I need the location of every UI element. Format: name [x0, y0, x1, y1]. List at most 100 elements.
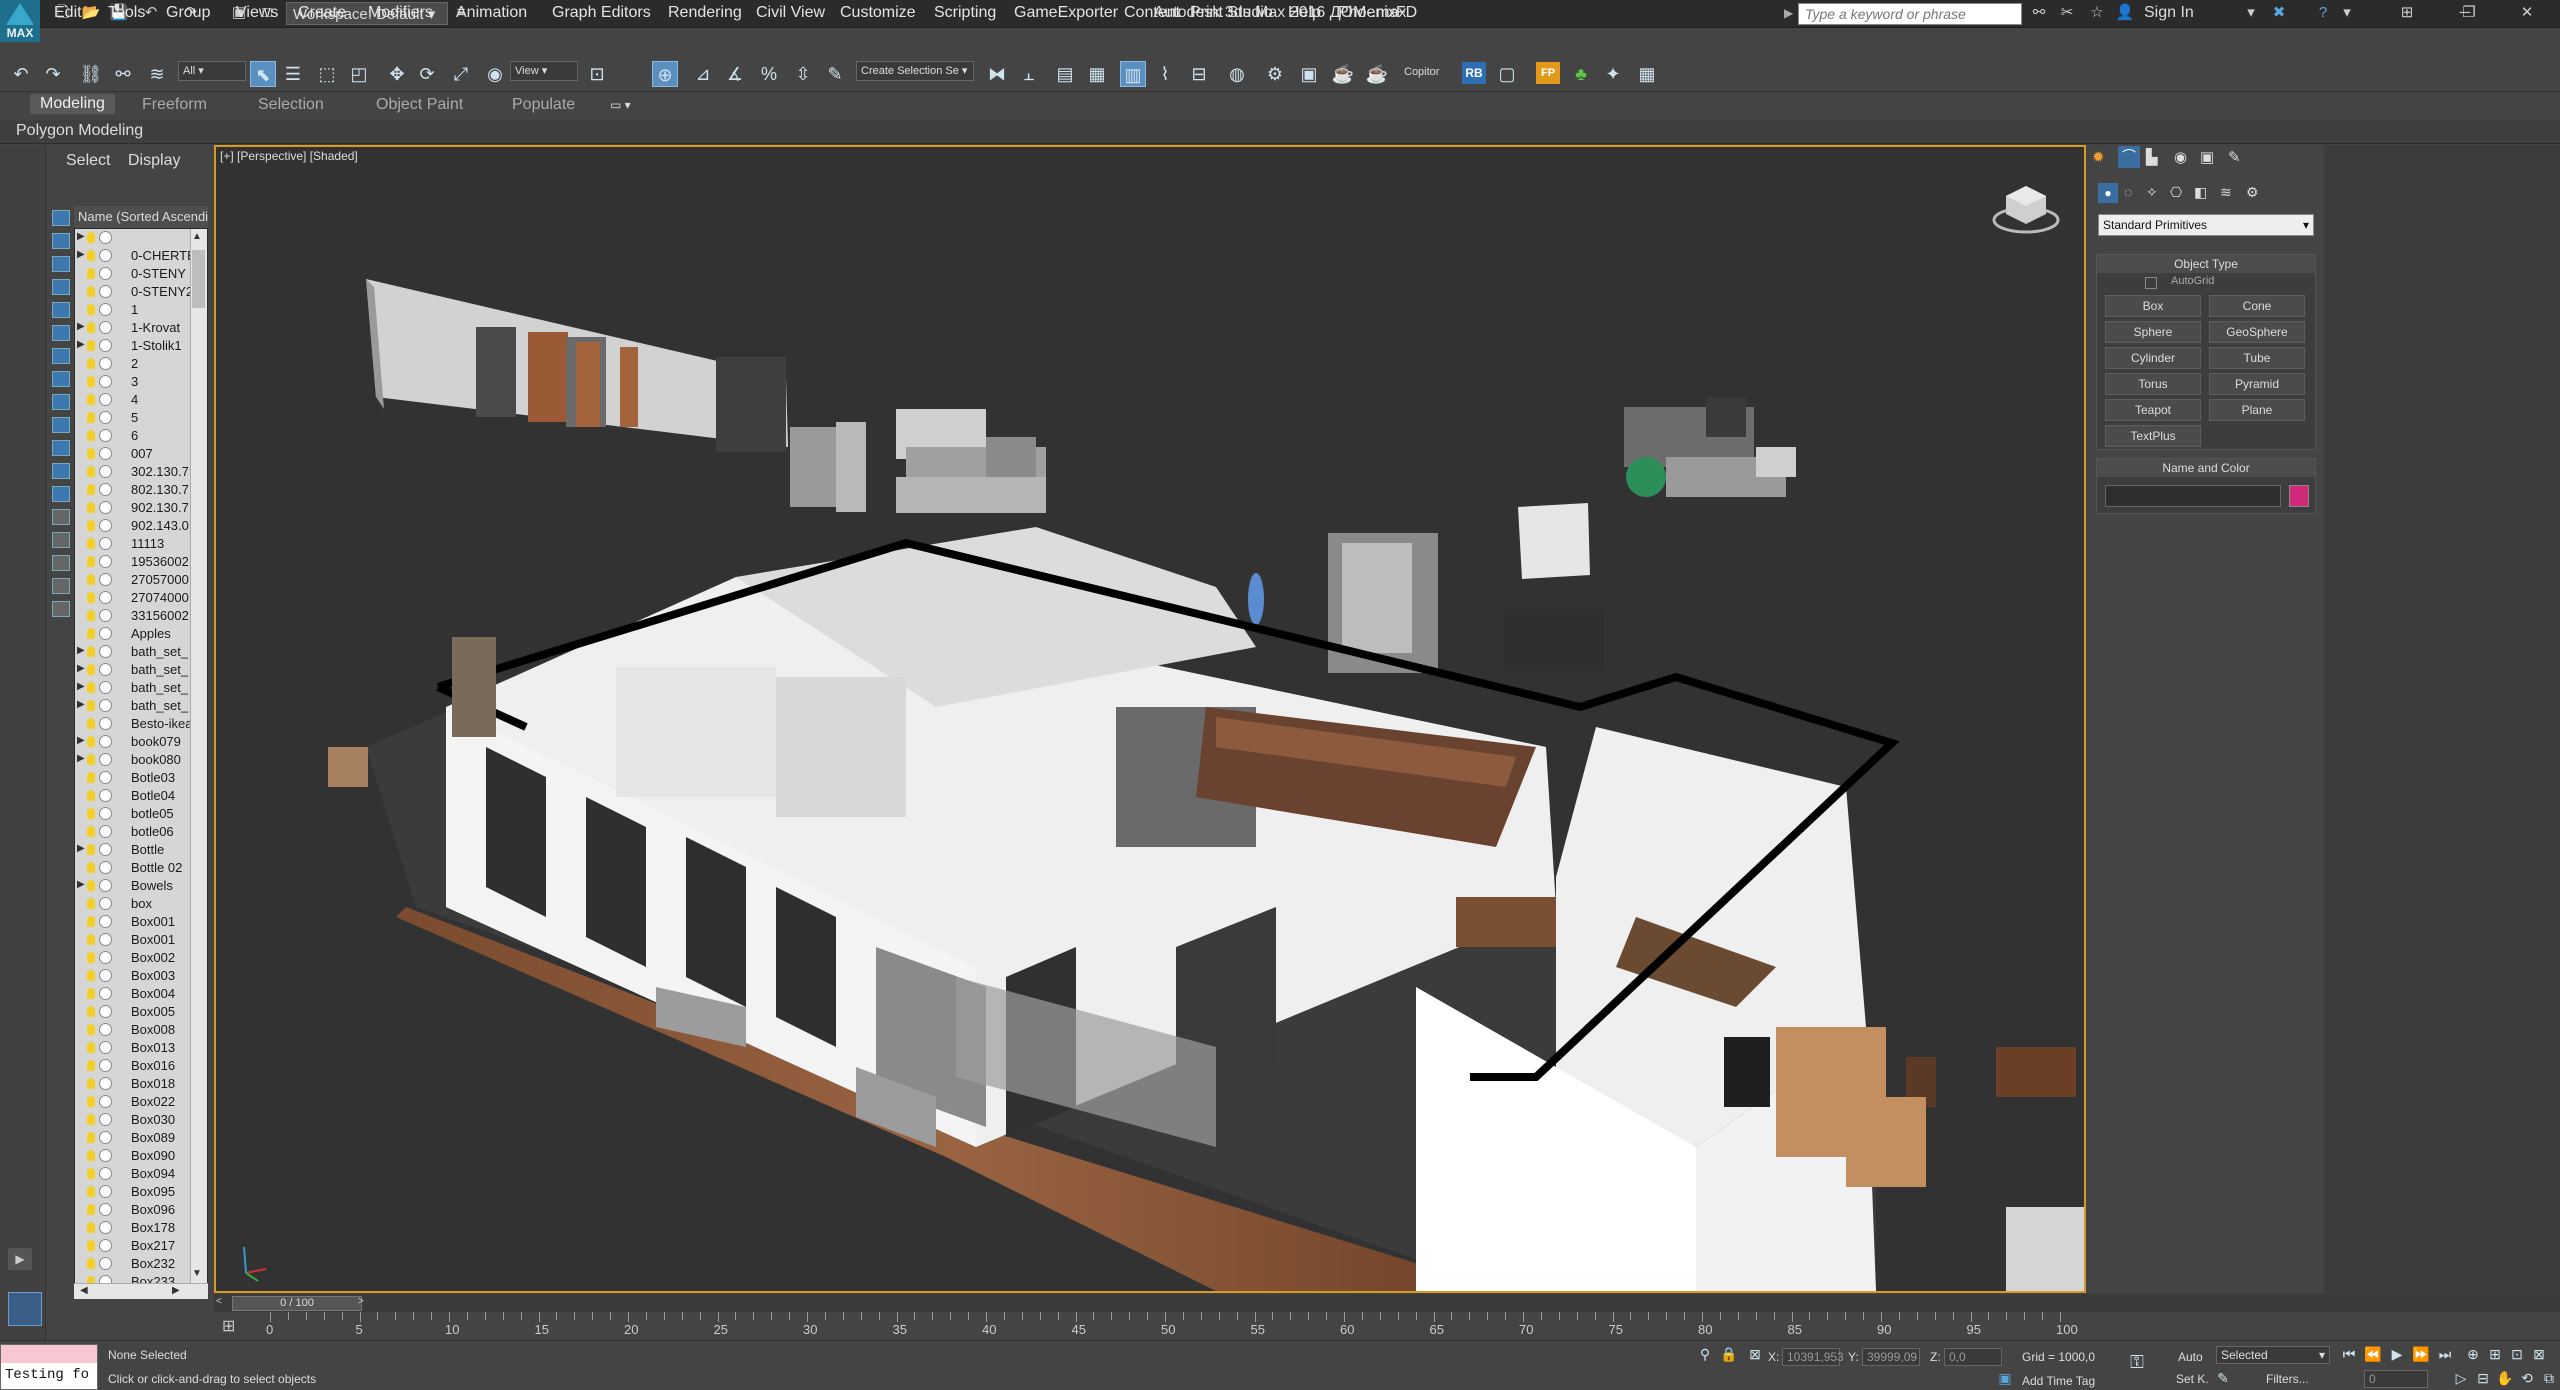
explorer-filter-icon[interactable]: [52, 394, 70, 410]
angle-snap-icon[interactable]: ∡: [722, 61, 748, 87]
explorer-filter-icon[interactable]: [52, 578, 70, 594]
field-of-view-icon[interactable]: ▷: [2452, 1370, 2470, 1388]
pin-icon[interactable]: ⚲: [1696, 1346, 1714, 1364]
rb-button[interactable]: RB: [1462, 62, 1486, 84]
visibility-bulb-icon[interactable]: [87, 1006, 95, 1017]
scene-object-row[interactable]: 0-STENY2: [75, 283, 191, 301]
expand-arrow-icon[interactable]: ▶: [77, 231, 85, 242]
explorer-filter-icon[interactable]: [52, 440, 70, 456]
snaps-toggle-icon[interactable]: ⊿: [690, 61, 716, 87]
scene-object-row[interactable]: 902.130.7: [75, 499, 191, 517]
scene-object-row[interactable]: Box022: [75, 1093, 191, 1111]
scene-object-row[interactable]: Box094: [75, 1165, 191, 1183]
explorer-filter-icon[interactable]: [52, 486, 70, 502]
lock-selection-icon[interactable]: 🔒: [1720, 1346, 1738, 1364]
visibility-bulb-icon[interactable]: [87, 844, 95, 855]
visibility-bulb-icon[interactable]: [87, 952, 95, 963]
expand-arrow-icon[interactable]: ▶: [77, 735, 85, 746]
modify-tab-icon[interactable]: ⌒: [2118, 146, 2140, 168]
listener-input[interactable]: Testing fo: [5, 1367, 89, 1383]
visibility-bulb-icon[interactable]: [87, 1042, 95, 1053]
visibility-bulb-icon[interactable]: [87, 934, 95, 945]
visibility-bulb-icon[interactable]: [87, 610, 95, 621]
expand-arrow-icon[interactable]: ▶: [77, 699, 85, 710]
menu-animation[interactable]: Animation: [456, 4, 527, 22]
scene-object-row[interactable]: Box016: [75, 1057, 191, 1075]
sign-in-dropdown-icon[interactable]: ▾: [2240, 3, 2262, 23]
teapot-button[interactable]: Teapot: [2105, 399, 2201, 421]
scene-object-row[interactable]: Botle03: [75, 769, 191, 787]
render-iterative-icon[interactable]: ☕: [1364, 61, 1390, 87]
render-setup-icon[interactable]: ⚙: [1262, 61, 1288, 87]
scene-object-row[interactable]: 302.130.7: [75, 463, 191, 481]
select-manipulate-icon[interactable]: ⊕: [652, 61, 678, 87]
menu-phoenixfd[interactable]: PhoenixFD: [1338, 4, 1417, 22]
motion-tab-icon[interactable]: ◉: [2174, 148, 2187, 166]
scroll-up-icon[interactable]: ▲: [192, 231, 202, 242]
track-bar[interactable]: 0 5 10 15 20 25 30 35 40 45 50 55 60 65 70 75 80 85 90 95 10…: [266, 1312, 2080, 1338]
move-icon[interactable]: ✥: [384, 61, 410, 87]
select-object-icon[interactable]: ⬉: [250, 61, 276, 87]
visibility-bulb-icon[interactable]: [87, 754, 95, 765]
object-type-title[interactable]: Object Type: [2097, 255, 2315, 273]
scene-object-row[interactable]: Box090: [75, 1147, 191, 1165]
zoom-all-icon[interactable]: ⊞: [2486, 1346, 2504, 1364]
user-icon[interactable]: 👤: [2114, 3, 2136, 23]
pan-icon[interactable]: ✋: [2496, 1370, 2514, 1388]
visibility-bulb-icon[interactable]: [87, 1258, 95, 1269]
visibility-bulb-icon[interactable]: [87, 664, 95, 675]
scene-object-row[interactable]: ▶ bath_set_: [75, 679, 191, 697]
visibility-bulb-icon[interactable]: [87, 898, 95, 909]
menu-print-studio[interactable]: Print Studio: [1190, 4, 1273, 22]
named-selection-set-dropdown[interactable]: Create Selection Se ▾: [856, 61, 974, 81]
search-input[interactable]: Type a keyword or phrase: [1798, 3, 2022, 25]
visibility-bulb-icon[interactable]: [87, 394, 95, 405]
visibility-bulb-icon[interactable]: [87, 1186, 95, 1197]
visibility-bulb-icon[interactable]: [87, 988, 95, 999]
reference-coordinate-dropdown[interactable]: View ▾: [510, 61, 578, 81]
visibility-bulb-icon[interactable]: [87, 304, 95, 315]
maxscript-listener[interactable]: Testing fo: [0, 1344, 98, 1390]
visibility-bulb-icon[interactable]: [87, 916, 95, 927]
place-icon[interactable]: ◉: [482, 61, 508, 87]
scene-object-row[interactable]: Box095: [75, 1183, 191, 1201]
explorer-vertical-scrollbar[interactable]: [190, 229, 207, 1287]
menu-views[interactable]: Views: [236, 4, 278, 22]
key-filter-dropdown[interactable]: Selected ▾: [2216, 1346, 2330, 1364]
scene-object-row[interactable]: Box003: [75, 967, 191, 985]
zoom-extents-all-icon[interactable]: ⊠: [2530, 1346, 2548, 1364]
zoom-icon[interactable]: ⊕: [2464, 1346, 2482, 1364]
edit-named-selection-icon[interactable]: ✎: [822, 61, 848, 87]
expand-arrow-icon[interactable]: ▶: [77, 663, 85, 674]
scene-object-row[interactable]: Box096: [75, 1201, 191, 1219]
subscription-icon[interactable]: ✂: [2056, 3, 2078, 23]
visibility-bulb-icon[interactable]: [87, 628, 95, 639]
explorer-filter-icon[interactable]: [52, 210, 70, 226]
plane-button[interactable]: Plane: [2209, 399, 2305, 421]
search-expand-icon[interactable]: ▶: [1784, 6, 1793, 20]
restore-icon[interactable]: ❐: [2458, 3, 2480, 23]
visibility-bulb-icon[interactable]: [87, 286, 95, 297]
explorer-filter-icon[interactable]: [52, 348, 70, 364]
layer-explorer-icon[interactable]: ▤: [1052, 61, 1078, 87]
expand-arrow-icon[interactable]: ▶: [77, 645, 85, 656]
hierarchy-tab-icon[interactable]: ▙: [2146, 148, 2158, 166]
scene-object-row[interactable]: Box232: [75, 1255, 191, 1273]
explorer-filter-icon[interactable]: [52, 417, 70, 433]
scene-object-row[interactable]: Box217: [75, 1237, 191, 1255]
visibility-bulb-icon[interactable]: [87, 1024, 95, 1035]
window-crossing-icon[interactable]: ◰: [346, 61, 372, 87]
exchange-icon[interactable]: ✖: [2268, 3, 2290, 23]
visibility-bulb-icon[interactable]: [87, 1132, 95, 1143]
key-icon[interactable]: ⚿: [2128, 1352, 2146, 1372]
visibility-bulb-icon[interactable]: [87, 466, 95, 477]
visibility-bulb-icon[interactable]: [87, 1096, 95, 1107]
visibility-bulb-icon[interactable]: [87, 1204, 95, 1215]
menu-modifiers[interactable]: Modifiers: [368, 4, 433, 22]
scene-object-row[interactable]: botle06: [75, 823, 191, 841]
visibility-bulb-icon[interactable]: [87, 340, 95, 351]
close-icon[interactable]: ✕: [2516, 3, 2538, 23]
scene-object-row[interactable]: ▶ bath_set_: [75, 643, 191, 661]
display-tab-icon[interactable]: ▣: [2200, 148, 2214, 166]
undo-icon[interactable]: ↶: [8, 61, 34, 87]
